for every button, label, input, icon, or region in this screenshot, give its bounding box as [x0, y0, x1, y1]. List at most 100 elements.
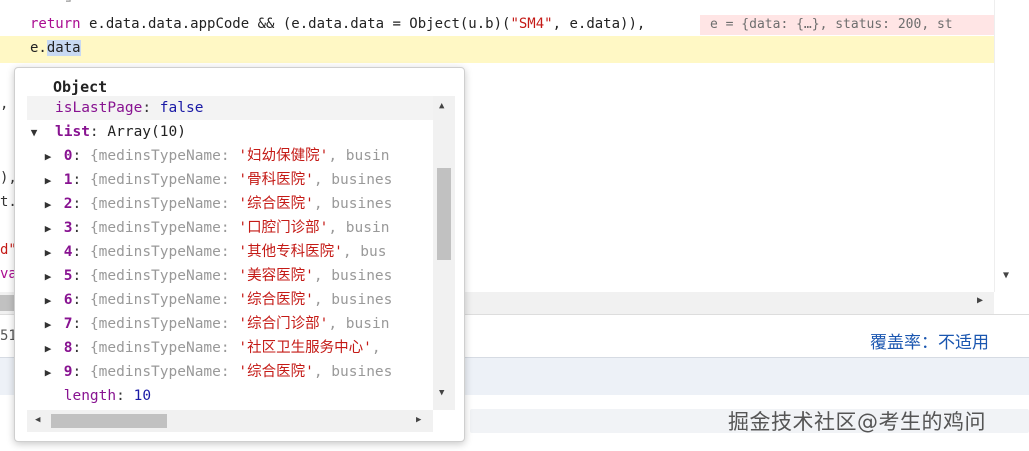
item-name: '综合医院' [238, 364, 314, 380]
edge-fragment: t.a [0, 194, 14, 210]
item-index: 7 [63, 316, 73, 332]
watermark: 掘金技术社区@考生的鸡问 [728, 410, 986, 434]
tree-row-list[interactable]: ▼ list: Array(10) [27, 120, 445, 144]
item-name: '综合门诊部' [238, 316, 329, 332]
item-suffix: , busin [328, 220, 390, 236]
item-name: '骨科医院' [238, 172, 314, 188]
current-line-highlight [0, 36, 994, 63]
list-item[interactable]: ▶ 8: {medinsTypeName: '社区卫生服务中心', [27, 336, 445, 360]
property-key: isLastPage [55, 100, 143, 116]
edge-fragment: var [0, 266, 14, 282]
object-preview-popover[interactable]: Object isLastPage: false ▼ list: Array(10… [14, 67, 465, 442]
item-suffix: , busin [328, 148, 390, 164]
triangle-right-icon[interactable]: ▶ [41, 313, 55, 336]
selected-token[interactable]: data [46, 40, 81, 56]
triangle-right-icon[interactable]: ▶ [41, 361, 55, 384]
scroll-down-arrow-icon[interactable]: ▼ [439, 388, 444, 398]
edge-fragment: , [0, 96, 9, 112]
edge-fragment: 51 [0, 328, 14, 344]
item-name: '综合医院' [238, 196, 314, 212]
inline-variable-value[interactable]: e = {data: {…}, status: 200, st [700, 15, 994, 35]
current-line-code: e.data [30, 40, 81, 56]
scroll-right-arrow-icon[interactable]: ▶ [977, 295, 983, 306]
triangle-right-icon[interactable]: ▶ [41, 265, 55, 288]
item-prefix: {medinsTypeName: [89, 316, 239, 332]
item-prefix: {medinsTypeName: [89, 148, 239, 164]
list-item[interactable]: ▶ 7: {medinsTypeName: '综合门诊部', busin [27, 312, 445, 336]
triangle-right-icon[interactable]: ▶ [41, 337, 55, 360]
triangle-right-icon[interactable]: ▶ [41, 289, 55, 312]
item-suffix: , [371, 340, 381, 356]
scroll-down-arrow-icon[interactable]: ▼ [1003, 270, 1009, 281]
tree-row-islastpage[interactable]: isLastPage: false [27, 96, 445, 120]
property-value: false [159, 100, 204, 116]
item-prefix: {medinsTypeName: [89, 364, 239, 380]
item-name: '社区卫生服务中心' [238, 340, 372, 356]
triangle-right-icon[interactable]: ▶ [41, 169, 55, 192]
triangle-down-icon[interactable]: ▼ [27, 121, 41, 144]
item-suffix: , bus [342, 244, 387, 260]
triangle-right-icon[interactable]: ▶ [41, 193, 55, 216]
triangle-right-icon[interactable]: ▶ [41, 241, 55, 264]
code-string: "SM4" [510, 16, 553, 32]
item-index: 9 [63, 364, 73, 380]
item-prefix: {medinsTypeName: [89, 196, 239, 212]
item-name: '口腔门诊部' [238, 220, 329, 236]
item-index: 6 [63, 292, 73, 308]
code-prefix: e. [30, 40, 47, 56]
list-item[interactable]: ▶ 0: {medinsTypeName: '妇幼保健院', busin [27, 144, 445, 168]
item-index: 8 [63, 340, 73, 356]
item-prefix: {medinsTypeName: [89, 268, 239, 284]
triangle-right-icon[interactable]: ▶ [41, 217, 55, 240]
popover-vertical-scrollbar[interactable] [433, 96, 455, 410]
item-prefix: {medinsTypeName: [89, 340, 239, 356]
property-key: length [63, 388, 117, 404]
coverage-link[interactable]: 覆盖率：不适用 [870, 328, 989, 353]
list-item[interactable]: ▶ 5: {medinsTypeName: '美容医院', busines [27, 264, 445, 288]
item-index: 5 [63, 268, 73, 284]
triangle-right-icon[interactable]: ▶ [41, 145, 55, 168]
item-index: 2 [63, 196, 73, 212]
list-item[interactable]: ▶ 2: {medinsTypeName: '综合医院', busines [27, 192, 445, 216]
item-suffix: , busines [313, 172, 393, 188]
property-key: list [55, 124, 90, 140]
editor-vertical-scrollbar[interactable] [994, 0, 1029, 292]
item-prefix: {medinsTypeName: [89, 220, 239, 236]
list-item[interactable]: ▶ 3: {medinsTypeName: '口腔门诊部', busin [27, 216, 445, 240]
item-prefix: {medinsTypeName: [89, 172, 239, 188]
return-keyword: return [30, 16, 81, 32]
code-segment-end: , e.data)), [552, 16, 646, 32]
scrollbar-thumb[interactable] [437, 168, 451, 260]
scrollbar-thumb[interactable] [51, 414, 167, 428]
item-suffix: , busines [313, 292, 393, 308]
item-prefix: {medinsTypeName: [89, 292, 239, 308]
code-segment: e.data.data.appCode && (e.data.data = Ob… [80, 16, 511, 32]
list-item[interactable]: ▶ 9: {medinsTypeName: '综合医院', busines [27, 360, 445, 384]
tree-row-length[interactable]: length: 10 [27, 384, 445, 408]
item-name: '综合医院' [238, 292, 314, 308]
item-name: '美容医院' [238, 268, 314, 284]
property-value: Array(10) [107, 124, 186, 140]
item-index: 4 [63, 244, 73, 260]
scroll-left-arrow-icon[interactable]: ◀ [35, 415, 40, 425]
item-name: '其他专科医院' [238, 244, 343, 260]
edge-fragment: d" [0, 242, 14, 258]
item-index: 1 [63, 172, 73, 188]
list-item[interactable]: ▶ 4: {medinsTypeName: '其他专科医院', bus [27, 240, 445, 264]
scrollbar-thumb[interactable] [0, 295, 14, 311]
item-suffix: , busin [328, 316, 390, 332]
item-suffix: , busines [313, 268, 393, 284]
code-line-return: return e.data.data.appCode && (e.data.da… [30, 16, 645, 32]
item-suffix: , busines [313, 364, 393, 380]
property-value: 10 [133, 388, 152, 404]
scroll-right-arrow-icon[interactable]: ▶ [416, 415, 421, 425]
item-index: 3 [63, 220, 73, 236]
object-tree: isLastPage: false ▼ list: Array(10) ▶ 0: … [27, 96, 445, 410]
scroll-up-arrow-icon[interactable]: ▲ [439, 101, 444, 111]
popover-horizontal-scrollbar[interactable] [27, 410, 433, 432]
item-suffix: , busines [313, 196, 393, 212]
list-item[interactable]: ▶ 6: {medinsTypeName: '综合医院', busines [27, 288, 445, 312]
item-name: '妇幼保健院' [238, 148, 329, 164]
item-index: 0 [63, 148, 73, 164]
list-item[interactable]: ▶ 1: {medinsTypeName: '骨科医院', busines [27, 168, 445, 192]
